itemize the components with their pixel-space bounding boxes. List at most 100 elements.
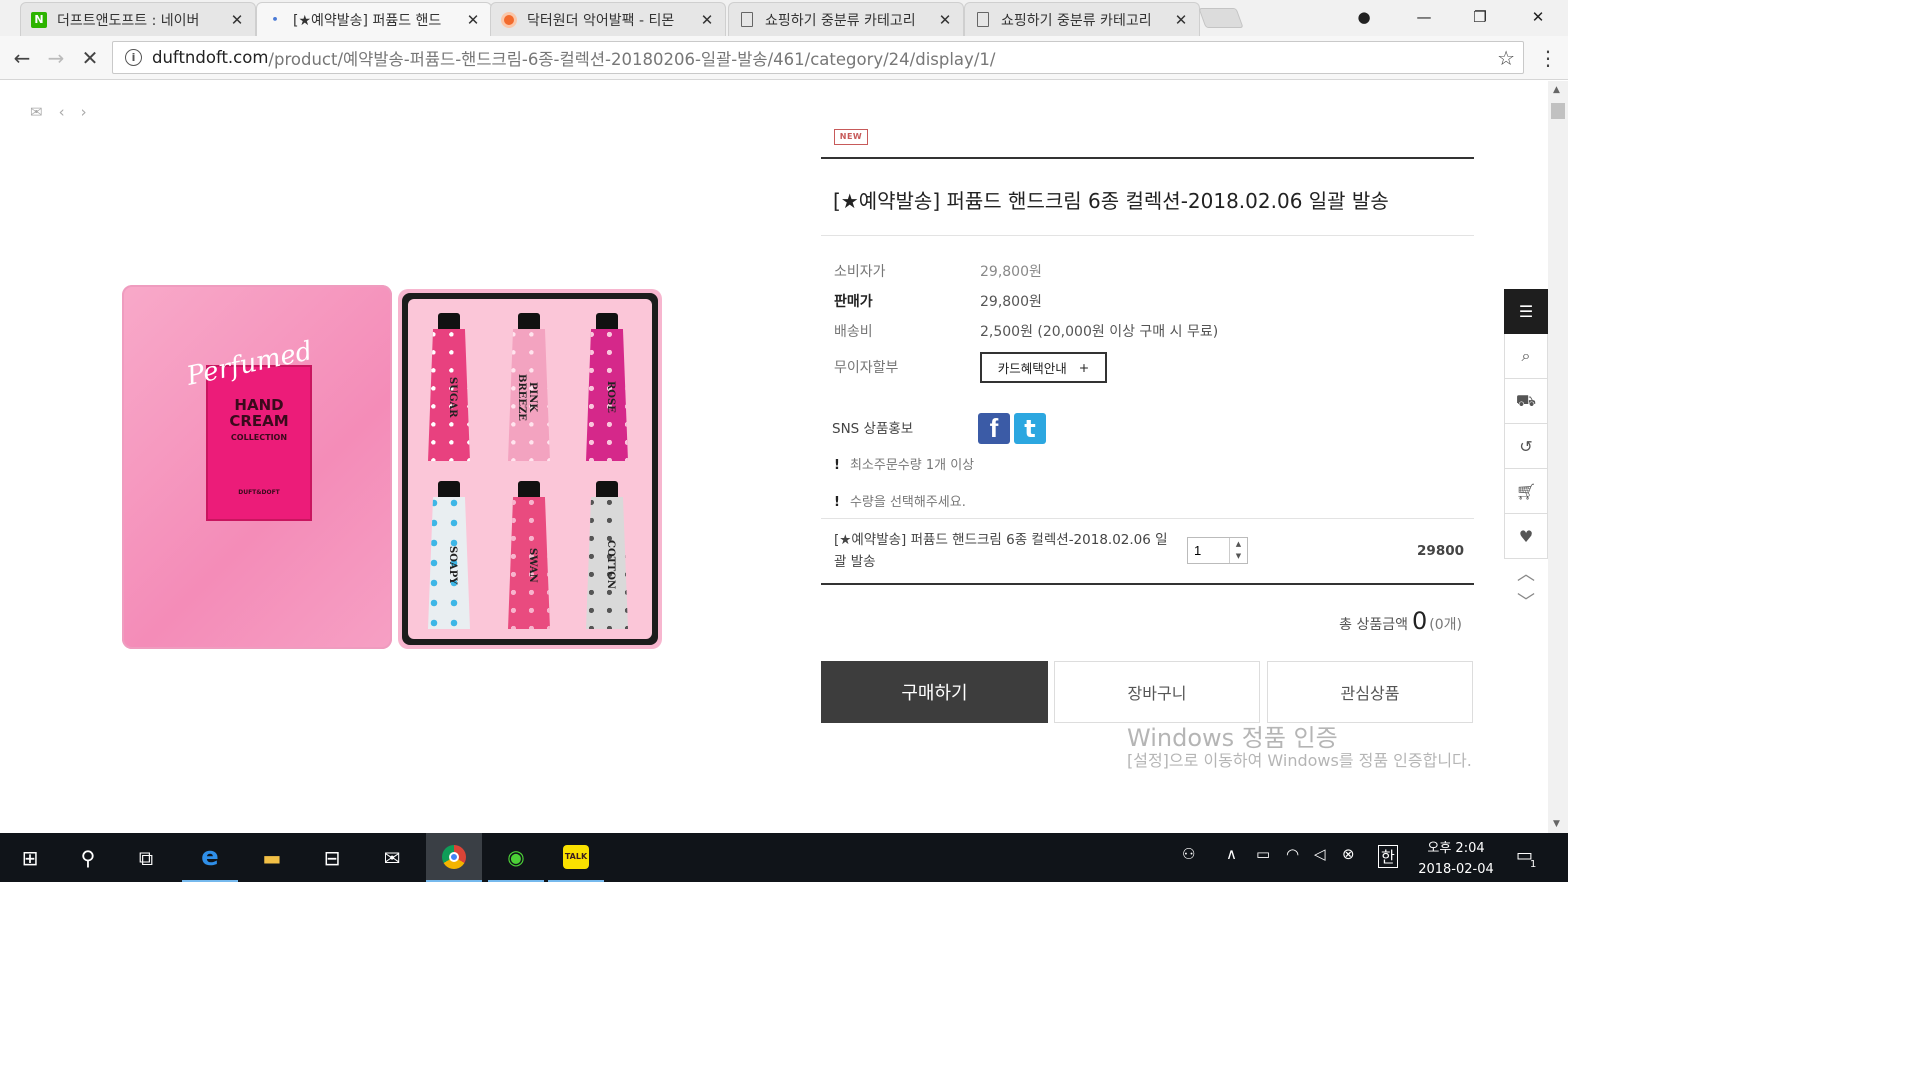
tube-label: ROSE [605, 381, 616, 413]
tab-title: 쇼핑하기 중분류 카테고리 [765, 12, 916, 29]
cart-icon[interactable]: 🛒︎ [1504, 469, 1548, 514]
search-icon[interactable]: ⚲ [60, 833, 116, 882]
buy-button[interactable]: 구매하기 [821, 661, 1048, 723]
divider [821, 157, 1474, 159]
tab-title: 더프트앤도프트 : 네이버 [57, 12, 200, 29]
minimize-icon[interactable]: — [1396, 0, 1452, 34]
quantity-up-icon[interactable]: ▲ [1230, 538, 1247, 550]
search-icon[interactable]: ⌕ [1504, 334, 1548, 379]
divider [821, 518, 1474, 519]
people-icon[interactable]: ⚇ [1182, 845, 1195, 863]
browser-tab[interactable]: 닥터원더 악어발팩 - 티몬 ✕ [490, 2, 726, 36]
tube-label: PINK BREEZE [516, 373, 538, 421]
cart-button[interactable]: 장바구니 [1054, 661, 1260, 723]
menu-icon[interactable]: ☰ [1504, 289, 1548, 334]
store-icon[interactable]: ⊟ [304, 833, 360, 882]
restore-icon[interactable]: ❐ [1452, 0, 1508, 34]
naver-n-icon: N [31, 11, 47, 28]
lid-title-line2: CREAM [229, 412, 289, 430]
system-clock[interactable]: 오후 2:04 2018-02-04 [1408, 838, 1504, 880]
quantity-stepper[interactable]: ▲▼ [1187, 537, 1248, 564]
scroll-up-arrow-icon[interactable]: ▲ [1553, 85, 1560, 95]
scroll-down-arrow-icon[interactable]: ▼ [1553, 819, 1560, 829]
quantity-down-icon[interactable]: ▼ [1230, 550, 1247, 562]
next-arrow-icon[interactable]: › [81, 103, 87, 121]
consumer-price: 29,800원 [980, 264, 1042, 280]
start-icon[interactable]: ⊞ [2, 833, 58, 882]
close-window-icon[interactable]: ✕ [1510, 0, 1566, 34]
total-price: 총 상품금액 0 (0개) [1200, 607, 1462, 635]
close-tab-icon[interactable]: ✕ [937, 11, 953, 29]
plus-icon: + [1078, 360, 1090, 375]
mail-icon[interactable]: ✉ [30, 103, 43, 121]
total-count: (0개) [1429, 617, 1462, 633]
address-bar[interactable]: i duftndoft.com /product/예약발송-퍼퓸드-핸드크림-6… [112, 41, 1524, 74]
wishlist-button[interactable]: 관심상품 [1267, 661, 1473, 723]
page-scrollbar[interactable]: ▲ ▼ [1548, 81, 1568, 833]
tab-title: 쇼핑하기 중분류 카테고리 [1001, 12, 1152, 29]
site-info-icon[interactable]: i [125, 49, 142, 66]
loading-dot-icon: • [271, 13, 279, 26]
kakaotalk-icon[interactable]: TALK [548, 833, 604, 882]
profile-icon[interactable]: ● [1336, 0, 1392, 34]
url-path: /product/예약발송-퍼퓸드-핸드크림-6종-컬렉션-20180206-일… [268, 49, 996, 69]
close-tab-icon[interactable]: ✕ [1173, 11, 1189, 29]
chrome-menu-icon[interactable]: ⋮ [1534, 44, 1562, 72]
min-order-notice: ! 최소주문수량 1개 이상 [834, 454, 974, 473]
wifi-icon[interactable]: ◠ [1286, 845, 1299, 863]
close-tab-icon[interactable]: ✕ [465, 11, 481, 29]
product-page: ✉ ‹ › Perfumed HAND CREAM COLLECTION DUF… [0, 81, 1548, 833]
ime-indicator[interactable]: 한 [1378, 845, 1398, 868]
wechat-icon[interactable]: ◉ [488, 833, 544, 882]
prev-arrow-icon[interactable]: ‹ [59, 103, 65, 121]
new-tab-button[interactable] [1198, 8, 1244, 28]
battery-icon[interactable]: ▭ [1256, 845, 1270, 863]
installment-label: 무이자할부 [834, 360, 899, 376]
tab-title: 닥터원더 악어발팩 - 티몬 [527, 12, 675, 29]
browser-tab[interactable]: 쇼핑하기 중분류 카테고리 ✕ [964, 2, 1200, 36]
heart-icon[interactable]: ♥ [1504, 514, 1548, 559]
back-icon[interactable]: ← [8, 44, 36, 72]
product-image: Perfumed HAND CREAM COLLECTION DUFT&DOFT… [122, 285, 662, 651]
box-tray: SUGAR PINK BREEZE ROSE SOAPY SWAN COTTON [398, 289, 662, 649]
twitter-share-icon[interactable]: t [1014, 413, 1046, 444]
chrome-icon[interactable] [426, 833, 482, 882]
facebook-share-icon[interactable]: f [978, 413, 1010, 444]
tube: SWAN [506, 481, 552, 629]
tmon-circle-icon [501, 11, 517, 28]
quick-menu: ☰ ⌕ ⛟ ↺ 🛒︎ ♥ ︿ ﹀ [1504, 289, 1548, 615]
shipping-label: 배송비 [834, 324, 873, 340]
product-title: [★예약발송] 퍼퓸드 핸드크림 6종 컬렉션-2018.02.06 일괄 발송 [833, 189, 1389, 213]
total-label: 총 상품금액 [1339, 617, 1408, 633]
mail-icon[interactable]: ✉ [364, 833, 420, 882]
tube-label: SUGAR [447, 376, 458, 418]
forward-icon[interactable]: → [42, 44, 70, 72]
file-explorer-icon[interactable]: ▬ [244, 833, 300, 882]
card-benefit-button[interactable]: 카드혜택안내 + [980, 352, 1107, 383]
task-view-icon[interactable]: ⧉ [118, 833, 174, 882]
blocked-icon[interactable]: ⊗ [1342, 845, 1355, 863]
lid-title: HAND CREAM [206, 397, 312, 429]
bookmark-star-icon[interactable]: ☆ [1497, 46, 1515, 70]
select-quantity-text: 수량을 선택해주세요. [849, 495, 966, 510]
divider [821, 235, 1474, 236]
browser-tab[interactable]: 쇼핑하기 중분류 카테고리 ✕ [728, 2, 964, 36]
close-tab-icon[interactable]: ✕ [699, 11, 715, 29]
show-hidden-icons-icon[interactable]: ∧ [1226, 845, 1237, 863]
delivery-truck-icon[interactable]: ⛟ [1504, 379, 1548, 424]
scrollbar-thumb[interactable] [1551, 103, 1565, 119]
quantity-input[interactable] [1188, 538, 1230, 563]
select-quantity-notice: ! 수량을 선택해주세요. [834, 491, 966, 510]
close-tab-icon[interactable]: ✕ [229, 11, 245, 29]
scroll-up-icon[interactable]: ︿ [1504, 559, 1548, 587]
scroll-down-icon[interactable]: ﹀ [1504, 587, 1548, 615]
tube-label: SOAPY [447, 545, 458, 585]
browser-tab-active[interactable]: • [★예약발송] 퍼퓸드 핸드 ✕ [256, 2, 492, 36]
option-name: [★예약발송] 퍼퓸드 핸드크림 6종 컬렉션-2018.02.06 일괄 발송 [834, 532, 1168, 570]
stop-loading-icon[interactable]: ✕ [76, 44, 104, 72]
browser-tab[interactable]: N 더프트앤도프트 : 네이버 ✕ [20, 2, 256, 36]
tube-label: SWAN [527, 547, 538, 583]
volume-icon[interactable]: ◁ [1314, 845, 1326, 863]
recent-history-icon[interactable]: ↺ [1504, 424, 1548, 469]
edge-icon[interactable]: e [182, 833, 238, 882]
